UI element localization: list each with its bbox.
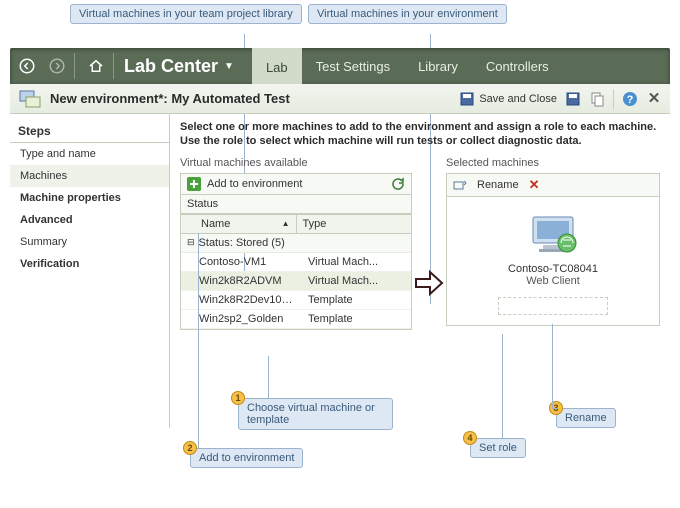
status-header[interactable]: Status xyxy=(181,195,411,214)
table-row[interactable]: Win2k8R2Dev10SP1Template xyxy=(181,291,411,310)
vm-grid: Name▲ Type ⊟Status: Stored (5) Contoso-V… xyxy=(181,214,411,329)
selected-vm-role: Web Client xyxy=(457,275,649,287)
delete-button[interactable]: ✕ xyxy=(529,177,540,193)
grid-group[interactable]: ⊟Status: Stored (5) xyxy=(181,234,411,253)
steps-sidebar: Steps Type and nameMachinesMachine prope… xyxy=(10,114,170,428)
annotation-3: 3 Rename xyxy=(556,408,616,428)
annotation-4: 4 Set role xyxy=(470,438,526,458)
annotation-line xyxy=(552,408,558,409)
callout-vm-environment: Virtual machines in your environment xyxy=(308,4,507,24)
computer-icon xyxy=(525,213,581,257)
save-and-close-button[interactable]: Save and Close xyxy=(459,91,557,107)
step-verification[interactable]: Verification xyxy=(10,253,169,275)
refresh-icon[interactable] xyxy=(391,177,405,191)
annotation-line xyxy=(268,356,269,398)
step-machines[interactable]: Machines xyxy=(10,165,169,187)
grid-header: Name▲ Type xyxy=(181,215,411,234)
annotation-2: 2 Add to environment xyxy=(190,448,303,468)
body: Steps Type and nameMachinesMachine prope… xyxy=(10,114,670,428)
step-summary[interactable]: Summary xyxy=(10,231,169,253)
svg-text:?: ? xyxy=(627,94,634,106)
available-machines-panel: Virtual machines available Add to enviro… xyxy=(180,157,412,330)
toolbar-sep xyxy=(613,89,614,109)
save-icon-2[interactable] xyxy=(565,91,581,107)
steps-header: Steps xyxy=(10,120,169,143)
nav-tabs: Lab Test Settings Library Controllers xyxy=(252,48,563,84)
copy-icon[interactable] xyxy=(589,91,605,107)
col-type[interactable]: Type xyxy=(297,215,412,233)
add-icon xyxy=(187,177,201,191)
save-icon xyxy=(459,91,475,107)
close-icon[interactable]: ✕ xyxy=(646,91,662,107)
environment-icon xyxy=(18,87,42,111)
rename-icon xyxy=(453,178,467,192)
annotation-line xyxy=(502,334,503,438)
role-dropzone[interactable] xyxy=(498,297,608,315)
table-row[interactable]: Win2k8R2ADVMVirtual Mach... xyxy=(181,272,411,291)
save-label: Save and Close xyxy=(479,93,557,105)
available-toolbar: Add to environment xyxy=(180,173,412,195)
available-header: Virtual machines available xyxy=(180,157,412,169)
forward-icon[interactable] xyxy=(44,53,70,79)
navbar: Lab Center ▼ Lab Test Settings Library C… xyxy=(10,48,670,84)
table-row[interactable]: Win2sp2_GoldenTemplate xyxy=(181,310,411,329)
tab-test-settings[interactable]: Test Settings xyxy=(302,48,404,84)
back-icon[interactable] xyxy=(14,53,40,79)
rename-button[interactable]: Rename xyxy=(477,179,519,191)
selected-machines-panel: Selected machines Rename ✕ Contoso-TC080… xyxy=(446,157,660,330)
step-machine-properties[interactable]: Machine properties xyxy=(10,187,169,209)
callout-vm-library: Virtual machines in your team project li… xyxy=(70,4,302,24)
step-advanced[interactable]: Advanced xyxy=(10,209,169,231)
annotation-badge-1: 1 xyxy=(231,391,245,405)
app-title: Lab Center xyxy=(124,56,218,77)
tab-lab[interactable]: Lab xyxy=(252,48,302,84)
annotation-line xyxy=(198,233,199,449)
annotation-line xyxy=(552,324,553,408)
annotation-badge-4: 4 xyxy=(463,431,477,445)
selected-area[interactable]: Contoso-TC08041 Web Client xyxy=(446,197,660,326)
arrow-icon xyxy=(412,157,446,330)
help-icon[interactable]: ? xyxy=(622,91,638,107)
add-to-environment-button[interactable]: Add to environment xyxy=(207,178,302,190)
nav-sep xyxy=(113,53,114,79)
instruction-text: Select one or more machines to add to th… xyxy=(180,120,660,149)
selected-vm-name: Contoso-TC08041 xyxy=(457,263,649,275)
step-type-and-name[interactable]: Type and name xyxy=(10,143,169,165)
main-panel: Select one or more machines to add to th… xyxy=(170,114,670,428)
tab-library[interactable]: Library xyxy=(404,48,472,84)
selected-header: Selected machines xyxy=(446,157,660,169)
selected-toolbar: Rename ✕ xyxy=(446,173,660,197)
titlebar: New environment*: My Automated Test Save… xyxy=(10,84,670,114)
tab-controllers[interactable]: Controllers xyxy=(472,48,563,84)
nav-sep xyxy=(74,53,75,79)
title-dropdown-icon[interactable]: ▼ xyxy=(224,61,234,72)
home-icon[interactable] xyxy=(83,53,109,79)
col-name[interactable]: Name▲ xyxy=(181,215,297,233)
annotation-1: 1 Choose virtual machine or template xyxy=(238,398,393,430)
page-title: New environment*: My Automated Test xyxy=(50,91,290,106)
table-row[interactable]: Contoso-VM1Virtual Mach... xyxy=(181,253,411,272)
annotation-badge-2: 2 xyxy=(183,441,197,455)
status-box: Status Name▲ Type ⊟Status: Stored (5) Co… xyxy=(180,195,412,330)
